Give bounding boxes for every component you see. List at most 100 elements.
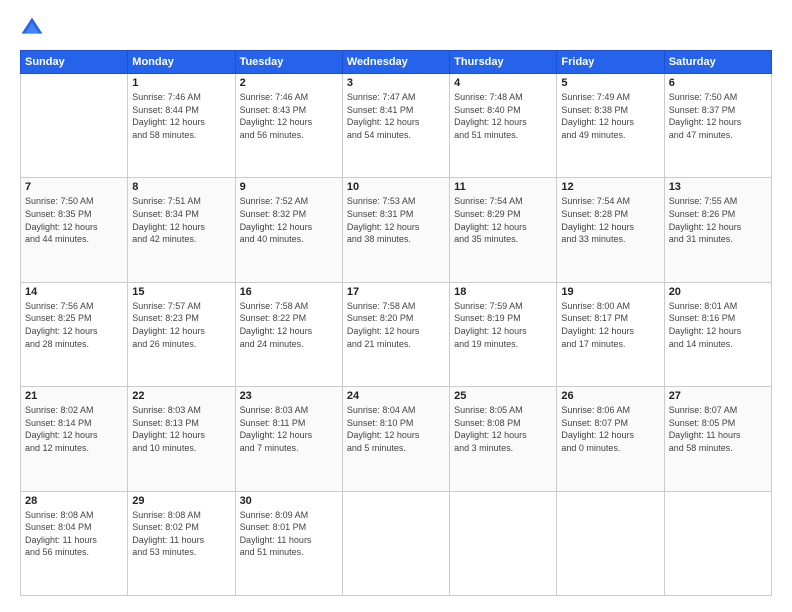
day-number: 5 xyxy=(561,77,659,89)
day-number: 13 xyxy=(669,181,767,193)
calendar-cell xyxy=(557,491,664,595)
day-number: 11 xyxy=(454,181,552,193)
day-number: 22 xyxy=(132,390,230,402)
calendar-cell: 18 Sunrise: 7:59 AM Sunset: 8:19 PM Dayli… xyxy=(450,282,557,386)
day-number: 6 xyxy=(669,77,767,89)
day-number: 17 xyxy=(347,286,445,298)
calendar-cell: 10Sunrise: 7:53 AM Sunset: 8:31 PM Dayli… xyxy=(342,178,449,282)
day-number: 1 xyxy=(132,77,230,89)
calendar-header-tuesday: Tuesday xyxy=(235,51,342,74)
calendar-cell: 15 Sunrise: 7:57 AM Sunset: 8:23 PM Dayli… xyxy=(128,282,235,386)
day-number: 7 xyxy=(25,181,123,193)
calendar-cell: 4 Sunrise: 7:48 AM Sunset: 8:40 PM Daylig… xyxy=(450,74,557,178)
day-info: Sunrise: 8:08 AM Sunset: 8:04 PM Dayligh… xyxy=(25,509,123,559)
day-info: Sunrise: 7:58 AM Sunset: 8:20 PM Dayligh… xyxy=(347,300,445,350)
day-info: Sunrise: 8:09 AM Sunset: 8:01 PM Dayligh… xyxy=(240,509,338,559)
calendar-cell xyxy=(342,491,449,595)
day-number: 14 xyxy=(25,286,123,298)
day-info: Sunrise: 7:57 AM Sunset: 8:23 PM Dayligh… xyxy=(132,300,230,350)
calendar-cell: 29 Sunrise: 8:08 AM Sunset: 8:02 PM Dayli… xyxy=(128,491,235,595)
day-info: Sunrise: 8:08 AM Sunset: 8:02 PM Dayligh… xyxy=(132,509,230,559)
day-number: 9 xyxy=(240,181,338,193)
calendar-header-sunday: Sunday xyxy=(21,51,128,74)
day-number: 2 xyxy=(240,77,338,89)
day-info: Sunrise: 8:01 AM Sunset: 8:16 PM Dayligh… xyxy=(669,300,767,350)
calendar-week-row: 1Sunrise: 7:46 AM Sunset: 8:44 PM Daylig… xyxy=(21,74,772,178)
calendar-cell: 22 Sunrise: 8:03 AM Sunset: 8:13 PM Dayli… xyxy=(128,387,235,491)
calendar-cell: 19 Sunrise: 8:00 AM Sunset: 8:17 PM Dayli… xyxy=(557,282,664,386)
day-info: Sunrise: 8:07 AM Sunset: 8:05 PM Dayligh… xyxy=(669,404,767,454)
day-info: Sunrise: 7:46 AM Sunset: 8:43 PM Dayligh… xyxy=(240,91,338,141)
calendar-header-friday: Friday xyxy=(557,51,664,74)
day-info: Sunrise: 7:50 AM Sunset: 8:37 PM Dayligh… xyxy=(669,91,767,141)
day-info: Sunrise: 8:04 AM Sunset: 8:10 PM Dayligh… xyxy=(347,404,445,454)
calendar-cell: 12 Sunrise: 7:54 AM Sunset: 8:28 PM Dayli… xyxy=(557,178,664,282)
day-number: 12 xyxy=(561,181,659,193)
day-info: Sunrise: 7:52 AM Sunset: 8:32 PM Dayligh… xyxy=(240,195,338,245)
calendar-cell: 13Sunrise: 7:55 AM Sunset: 8:26 PM Dayli… xyxy=(664,178,771,282)
calendar-table: SundayMondayTuesdayWednesdayThursdayFrid… xyxy=(20,50,772,596)
day-number: 3 xyxy=(347,77,445,89)
calendar-week-row: 21Sunrise: 8:02 AM Sunset: 8:14 PM Dayli… xyxy=(21,387,772,491)
calendar-week-row: 7 Sunrise: 7:50 AM Sunset: 8:35 PM Daylig… xyxy=(21,178,772,282)
day-number: 15 xyxy=(132,286,230,298)
day-info: Sunrise: 7:53 AM Sunset: 8:31 PM Dayligh… xyxy=(347,195,445,245)
day-info: Sunrise: 7:49 AM Sunset: 8:38 PM Dayligh… xyxy=(561,91,659,141)
day-info: Sunrise: 7:56 AM Sunset: 8:25 PM Dayligh… xyxy=(25,300,123,350)
calendar-cell: 6 Sunrise: 7:50 AM Sunset: 8:37 PM Daylig… xyxy=(664,74,771,178)
calendar-header-thursday: Thursday xyxy=(450,51,557,74)
calendar-cell: 23Sunrise: 8:03 AM Sunset: 8:11 PM Dayli… xyxy=(235,387,342,491)
header xyxy=(20,16,772,40)
calendar-header-saturday: Saturday xyxy=(664,51,771,74)
day-number: 18 xyxy=(454,286,552,298)
day-number: 28 xyxy=(25,495,123,507)
calendar-cell: 24 Sunrise: 8:04 AM Sunset: 8:10 PM Dayli… xyxy=(342,387,449,491)
calendar-cell: 7 Sunrise: 7:50 AM Sunset: 8:35 PM Daylig… xyxy=(21,178,128,282)
calendar-cell xyxy=(450,491,557,595)
calendar-cell: 16Sunrise: 7:58 AM Sunset: 8:22 PM Dayli… xyxy=(235,282,342,386)
calendar-cell: 5 Sunrise: 7:49 AM Sunset: 8:38 PM Daylig… xyxy=(557,74,664,178)
calendar-cell: 17 Sunrise: 7:58 AM Sunset: 8:20 PM Dayli… xyxy=(342,282,449,386)
calendar-header-wednesday: Wednesday xyxy=(342,51,449,74)
day-number: 20 xyxy=(669,286,767,298)
day-info: Sunrise: 8:05 AM Sunset: 8:08 PM Dayligh… xyxy=(454,404,552,454)
logo xyxy=(20,16,48,40)
day-number: 19 xyxy=(561,286,659,298)
day-number: 25 xyxy=(454,390,552,402)
day-info: Sunrise: 7:54 AM Sunset: 8:28 PM Dayligh… xyxy=(561,195,659,245)
calendar-cell: 11 Sunrise: 7:54 AM Sunset: 8:29 PM Dayli… xyxy=(450,178,557,282)
page: SundayMondayTuesdayWednesdayThursdayFrid… xyxy=(0,0,792,612)
calendar-cell: 25 Sunrise: 8:05 AM Sunset: 8:08 PM Dayli… xyxy=(450,387,557,491)
day-number: 27 xyxy=(669,390,767,402)
day-number: 24 xyxy=(347,390,445,402)
calendar-cell: 9 Sunrise: 7:52 AM Sunset: 8:32 PM Daylig… xyxy=(235,178,342,282)
day-number: 21 xyxy=(25,390,123,402)
calendar-cell: 26Sunrise: 8:06 AM Sunset: 8:07 PM Dayli… xyxy=(557,387,664,491)
day-info: Sunrise: 7:50 AM Sunset: 8:35 PM Dayligh… xyxy=(25,195,123,245)
logo-icon xyxy=(20,16,44,40)
day-info: Sunrise: 8:03 AM Sunset: 8:13 PM Dayligh… xyxy=(132,404,230,454)
day-info: Sunrise: 7:47 AM Sunset: 8:41 PM Dayligh… xyxy=(347,91,445,141)
day-number: 8 xyxy=(132,181,230,193)
day-number: 29 xyxy=(132,495,230,507)
calendar-cell: 2 Sunrise: 7:46 AM Sunset: 8:43 PM Daylig… xyxy=(235,74,342,178)
calendar-cell: 20 Sunrise: 8:01 AM Sunset: 8:16 PM Dayli… xyxy=(664,282,771,386)
calendar-header-row: SundayMondayTuesdayWednesdayThursdayFrid… xyxy=(21,51,772,74)
calendar-header-monday: Monday xyxy=(128,51,235,74)
calendar-week-row: 14 Sunrise: 7:56 AM Sunset: 8:25 PM Dayli… xyxy=(21,282,772,386)
day-info: Sunrise: 7:48 AM Sunset: 8:40 PM Dayligh… xyxy=(454,91,552,141)
day-info: Sunrise: 7:58 AM Sunset: 8:22 PM Dayligh… xyxy=(240,300,338,350)
day-number: 26 xyxy=(561,390,659,402)
calendar-cell: 30 Sunrise: 8:09 AM Sunset: 8:01 PM Dayli… xyxy=(235,491,342,595)
day-number: 4 xyxy=(454,77,552,89)
calendar-cell: 14 Sunrise: 7:56 AM Sunset: 8:25 PM Dayli… xyxy=(21,282,128,386)
day-info: Sunrise: 7:51 AM Sunset: 8:34 PM Dayligh… xyxy=(132,195,230,245)
day-number: 30 xyxy=(240,495,338,507)
day-info: Sunrise: 7:59 AM Sunset: 8:19 PM Dayligh… xyxy=(454,300,552,350)
calendar-cell xyxy=(21,74,128,178)
calendar-cell: 28 Sunrise: 8:08 AM Sunset: 8:04 PM Dayli… xyxy=(21,491,128,595)
day-info: Sunrise: 7:54 AM Sunset: 8:29 PM Dayligh… xyxy=(454,195,552,245)
day-info: Sunrise: 8:03 AM Sunset: 8:11 PM Dayligh… xyxy=(240,404,338,454)
day-info: Sunrise: 8:00 AM Sunset: 8:17 PM Dayligh… xyxy=(561,300,659,350)
calendar-cell: 8 Sunrise: 7:51 AM Sunset: 8:34 PM Daylig… xyxy=(128,178,235,282)
